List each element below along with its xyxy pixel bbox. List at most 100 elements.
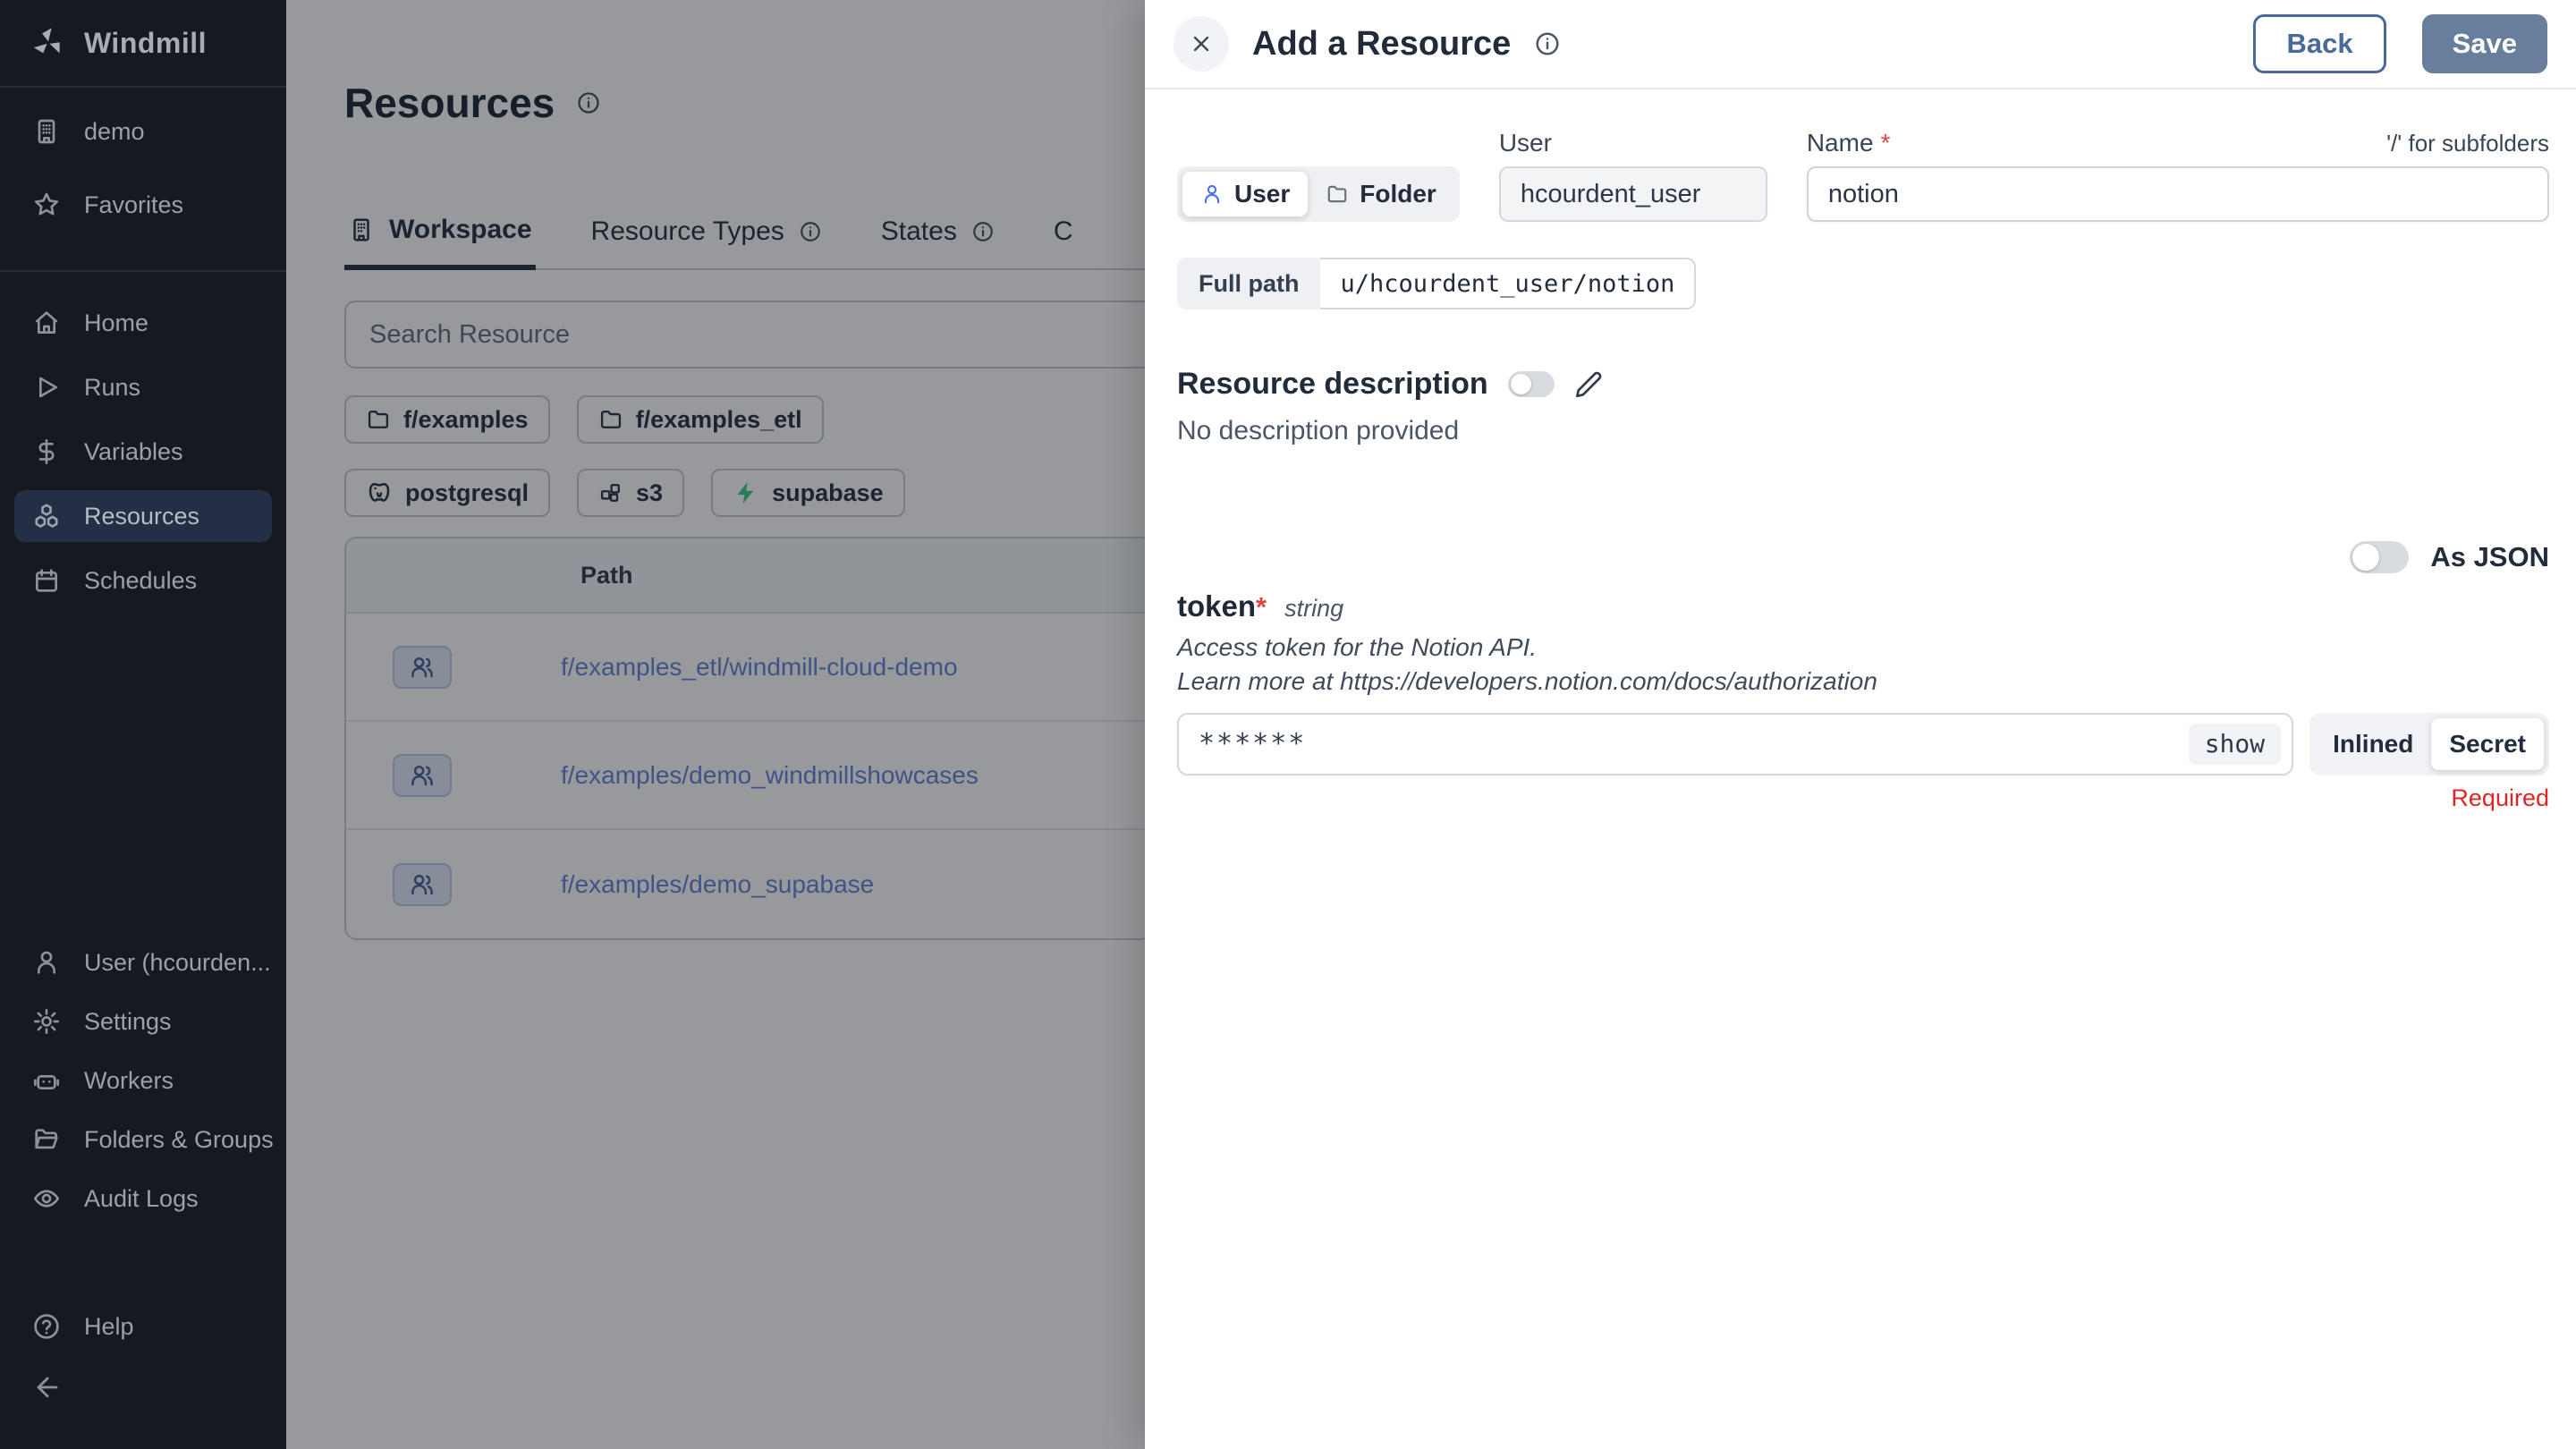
chip-label: f/examples_etl bbox=[636, 406, 802, 434]
resource-path-link[interactable]: f/examples/demo_windmillshowcases bbox=[561, 761, 979, 790]
users-icon bbox=[393, 646, 452, 689]
sidebar-item-label: Audit Logs bbox=[84, 1185, 199, 1213]
sidebar-collapse-button[interactable] bbox=[0, 1361, 286, 1413]
tab-label: States bbox=[881, 216, 957, 247]
required-asterisk: * bbox=[1881, 129, 1891, 157]
sidebar-item-label: Settings bbox=[84, 1008, 172, 1036]
sidebar-item-label: Folders & Groups bbox=[84, 1126, 274, 1154]
save-button[interactable]: Save bbox=[2422, 14, 2547, 73]
table-row[interactable]: f/examples/demo_supabase bbox=[346, 830, 1152, 938]
sidebar-item-workspace-demo[interactable]: demo bbox=[0, 106, 286, 157]
dollar-icon bbox=[32, 437, 61, 466]
folder-icon bbox=[598, 407, 623, 432]
token-storage-toggle: Inlined Secret bbox=[2309, 713, 2549, 775]
info-icon[interactable] bbox=[576, 90, 601, 115]
owner-option-user[interactable]: User bbox=[1182, 172, 1308, 216]
tab-resource-types[interactable]: Resource Types bbox=[588, 215, 826, 268]
tab-states[interactable]: States bbox=[877, 215, 998, 268]
owner-type-toggle: User Folder bbox=[1177, 166, 1460, 222]
sidebar-item-variables[interactable]: Variables bbox=[0, 426, 286, 478]
tab-cache-truncated[interactable]: C bbox=[1050, 215, 1077, 268]
owner-option-folder[interactable]: Folder bbox=[1308, 172, 1454, 216]
full-path-label: Full path bbox=[1177, 258, 1320, 309]
back-button[interactable]: Back bbox=[2253, 14, 2385, 73]
sidebar-item-home[interactable]: Home bbox=[0, 297, 286, 349]
folder-icon bbox=[1326, 182, 1349, 206]
info-icon[interactable] bbox=[1534, 30, 1561, 57]
app-logo[interactable]: Windmill bbox=[0, 0, 286, 61]
brand-name: Windmill bbox=[84, 27, 207, 60]
resource-path-link[interactable]: f/examples/demo_supabase bbox=[561, 870, 874, 899]
sidebar-item-label: Runs bbox=[84, 374, 140, 402]
divider bbox=[0, 86, 286, 88]
sidebar-item-help[interactable]: Help bbox=[0, 1301, 286, 1352]
folder-open-icon bbox=[32, 1125, 61, 1154]
chip-label: f/examples bbox=[403, 406, 529, 434]
storage-option-inlined[interactable]: Inlined bbox=[2315, 718, 2431, 770]
sidebar-item-favorites[interactable]: Favorites bbox=[0, 179, 286, 231]
sidebar-item-user[interactable]: User (hcourden... bbox=[0, 937, 286, 987]
name-field-label: Name* bbox=[1807, 129, 1891, 157]
sidebar-item-schedules[interactable]: Schedules bbox=[0, 555, 286, 606]
type-filter-chip-postgresql[interactable]: postgresql bbox=[344, 469, 550, 517]
resources-table: Path f/examples_etl/windmill-cloud-demo … bbox=[344, 537, 1154, 940]
storage-option-secret[interactable]: Secret bbox=[2431, 718, 2544, 770]
sidebar-item-resources[interactable]: Resources bbox=[14, 490, 272, 542]
add-resource-drawer: Add a Resource Back Save User Fold bbox=[1145, 0, 2576, 1449]
s3-icon bbox=[598, 480, 623, 505]
sidebar-item-label: Help bbox=[84, 1313, 134, 1341]
help-circle-icon bbox=[32, 1312, 61, 1341]
table-row[interactable]: f/examples/demo_windmillshowcases bbox=[346, 722, 1152, 830]
required-asterisk: * bbox=[1256, 591, 1267, 623]
type-filter-chip-s3[interactable]: s3 bbox=[577, 469, 684, 517]
home-icon bbox=[32, 309, 61, 337]
divider bbox=[0, 270, 286, 272]
user-icon bbox=[1200, 182, 1224, 206]
pencil-icon[interactable] bbox=[1574, 370, 1603, 399]
type-filter-chip-supabase[interactable]: supabase bbox=[711, 469, 905, 517]
sidebar-item-label: Home bbox=[84, 309, 148, 337]
sidebar-item-label: User (hcourden... bbox=[84, 949, 271, 977]
as-json-label: As JSON bbox=[2430, 541, 2549, 573]
postgresql-icon bbox=[366, 479, 393, 506]
sidebar-item-runs[interactable]: Runs bbox=[0, 361, 286, 413]
token-field-name: token bbox=[1177, 589, 1256, 623]
token-field-type: string bbox=[1284, 595, 1343, 623]
folder-filter-chip[interactable]: f/examples_etl bbox=[577, 395, 824, 444]
token-input-wrapper: show bbox=[1177, 713, 2293, 775]
star-icon bbox=[32, 191, 61, 219]
users-icon bbox=[393, 754, 452, 797]
full-path-value: u/hcourdent_user/notion bbox=[1320, 258, 1696, 309]
gear-icon bbox=[32, 1007, 61, 1036]
description-toggle[interactable] bbox=[1508, 371, 1555, 397]
sidebar-item-audit-logs[interactable]: Audit Logs bbox=[0, 1174, 286, 1224]
token-description-line2: Learn more at https://developers.notion.… bbox=[1177, 665, 2549, 699]
sidebar-item-folders-groups[interactable]: Folders & Groups bbox=[0, 1114, 286, 1165]
resource-path-link[interactable]: f/examples_etl/windmill-cloud-demo bbox=[561, 653, 958, 682]
tab-label: Workspace bbox=[389, 215, 532, 245]
user-field-label: User bbox=[1499, 129, 1767, 157]
calendar-icon bbox=[32, 566, 61, 595]
play-icon bbox=[32, 373, 61, 402]
sidebar-item-label: Variables bbox=[84, 438, 183, 466]
users-icon bbox=[393, 863, 452, 906]
close-button[interactable] bbox=[1174, 16, 1229, 72]
show-token-button[interactable]: show bbox=[2189, 724, 2281, 765]
tab-workspace[interactable]: Workspace bbox=[344, 215, 536, 270]
resources-tab-bar: Workspace Resource Types States C bbox=[344, 215, 1248, 270]
sidebar-item-workers[interactable]: Workers bbox=[0, 1055, 286, 1106]
sidebar-item-settings[interactable]: Settings bbox=[0, 996, 286, 1046]
tab-label: C bbox=[1054, 216, 1073, 247]
as-json-toggle[interactable] bbox=[2350, 541, 2409, 573]
column-header-path: Path bbox=[580, 562, 633, 589]
table-row[interactable]: f/examples_etl/windmill-cloud-demo bbox=[346, 614, 1152, 722]
table-header-row: Path bbox=[346, 538, 1152, 614]
page-title: Resources bbox=[344, 79, 555, 127]
folder-filter-chip[interactable]: f/examples bbox=[344, 395, 550, 444]
token-input[interactable] bbox=[1179, 715, 2292, 774]
tab-label: Resource Types bbox=[591, 216, 784, 247]
sidebar-item-label: Resources bbox=[84, 503, 199, 530]
arrow-left-icon bbox=[32, 1372, 63, 1402]
sidebar-item-label: demo bbox=[84, 118, 145, 146]
name-field[interactable] bbox=[1807, 166, 2549, 222]
